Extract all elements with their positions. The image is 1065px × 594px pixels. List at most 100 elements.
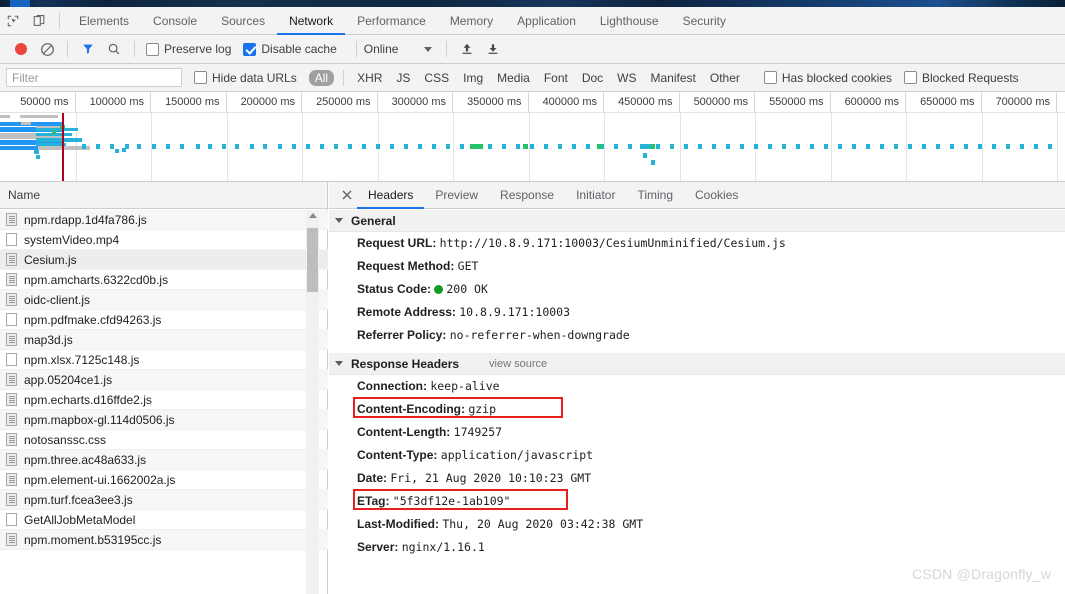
filter-type-css[interactable]: CSS (418, 70, 455, 86)
overview-request-bar (838, 144, 842, 149)
has-blocked-cookies-checkbox[interactable]: Has blocked cookies (763, 71, 892, 85)
overview-request-bar (978, 144, 982, 149)
overview-request-bar (740, 144, 744, 149)
overview-tick: 100000 ms (76, 92, 151, 113)
header-value: nginx/1.16.1 (401, 540, 485, 554)
request-list-item[interactable]: npm.moment.b53195cc.js (0, 530, 328, 550)
request-list-item[interactable]: systemVideo.mp4 (0, 230, 328, 250)
filter-type-xhr[interactable]: XHR (351, 70, 388, 86)
triangle-down-icon-2[interactable] (335, 361, 343, 366)
general-header-row: Status Code: 200 OK (329, 278, 1065, 301)
search-icon[interactable] (101, 36, 127, 62)
overview-request-bar (651, 160, 655, 165)
filter-type-font[interactable]: Font (538, 70, 574, 86)
download-har-icon[interactable] (480, 36, 506, 62)
request-list-item[interactable]: map3d.js (0, 330, 328, 350)
request-list-item[interactable]: npm.turf.fcea3ee3.js (0, 490, 328, 510)
disable-cache-box[interactable] (243, 42, 257, 56)
details-tab-response[interactable]: Response (489, 182, 565, 209)
request-list-item[interactable]: GetAllJobMetaModel (0, 510, 328, 530)
requests-column-header[interactable]: Name (0, 182, 327, 209)
has-blocked-cookies-box[interactable] (763, 71, 777, 84)
overview-request-bar (992, 144, 996, 149)
view-source-link[interactable]: view source (489, 358, 547, 370)
device-toolbar-icon[interactable] (26, 8, 52, 34)
filter-type-doc[interactable]: Doc (576, 70, 609, 86)
triangle-down-icon[interactable] (335, 218, 343, 223)
details-tab-headers[interactable]: Headers (357, 182, 424, 209)
record-button[interactable] (8, 36, 34, 62)
preserve-log-box[interactable] (146, 42, 159, 56)
tab-lighthouse[interactable]: Lighthouse (588, 7, 671, 35)
overview-request-bar (516, 144, 520, 149)
overview-request-bar (21, 122, 31, 125)
close-icon[interactable] (337, 190, 357, 200)
request-list-item[interactable]: npm.xlsx.7125c148.js (0, 350, 328, 370)
clear-button[interactable] (34, 36, 60, 62)
request-list-item[interactable]: oidc-client.js (0, 290, 328, 310)
details-tab-preview[interactable]: Preview (424, 182, 489, 209)
filter-type-media[interactable]: Media (491, 70, 536, 86)
header-value: no-referrer-when-downgrade (449, 328, 630, 342)
header-value: application/javascript (440, 448, 594, 462)
search-input[interactable] (6, 68, 182, 87)
scroll-up-arrow-icon[interactable] (309, 213, 317, 218)
request-list-item[interactable]: npm.three.ac48a633.js (0, 450, 328, 470)
filter-type-js[interactable]: JS (390, 70, 416, 86)
tab-memory[interactable]: Memory (438, 7, 505, 35)
disable-cache-checkbox[interactable]: Disable cache (243, 42, 337, 56)
request-list-item[interactable]: npm.rdapp.1d4fa786.js (0, 210, 328, 230)
upload-har-icon[interactable] (454, 36, 480, 62)
overview-request-bar (558, 144, 562, 149)
general-section-header[interactable]: General (329, 210, 1065, 232)
network-overview-timeline[interactable]: 50000 ms 100000 ms 150000 ms 200000 ms 25000… (0, 92, 1065, 182)
details-tab-initiator[interactable]: Initiator (565, 182, 626, 209)
tab-performance[interactable]: Performance (345, 7, 438, 35)
throttling-select[interactable]: Online (364, 42, 433, 56)
tab-console[interactable]: Console (141, 7, 209, 35)
tab-sources[interactable]: Sources (209, 7, 277, 35)
request-list-item[interactable]: Cesium.js (0, 250, 328, 270)
requests-scrollbar[interactable] (306, 210, 319, 594)
blocked-requests-box[interactable] (903, 71, 917, 84)
tab-elements[interactable]: Elements (67, 7, 141, 35)
request-name: npm.echarts.d16ffde2.js (24, 392, 152, 407)
tab-network[interactable]: Network (277, 7, 345, 35)
filter-type-all[interactable]: All (308, 69, 335, 86)
details-tab-cookies[interactable]: Cookies (684, 182, 749, 209)
hide-data-urls-box[interactable] (194, 71, 207, 84)
request-list-item[interactable]: npm.mapbox-gl.114d0506.js (0, 410, 328, 430)
request-list-item[interactable]: npm.echarts.d16ffde2.js (0, 390, 328, 410)
response-headers-section-header[interactable]: Response Headers view source (329, 353, 1065, 375)
request-list-item[interactable]: app.05204ce1.js (0, 370, 328, 390)
overview-request-bar (1006, 144, 1010, 149)
overview-gridline (453, 113, 454, 181)
filter-type-other[interactable]: Other (704, 70, 746, 86)
request-list-item[interactable]: npm.amcharts.6322cd0b.js (0, 270, 328, 290)
filter-type-ws[interactable]: WS (611, 70, 642, 86)
tab-security[interactable]: Security (671, 7, 738, 35)
scrollbar-thumb[interactable] (307, 228, 318, 292)
header-key: Request Method: (357, 259, 458, 273)
preserve-log-checkbox[interactable]: Preserve log (146, 42, 231, 56)
tab-application[interactable]: Application (505, 7, 588, 35)
filter-type-img[interactable]: Img (457, 70, 489, 86)
hide-data-urls-label: Hide data URLs (212, 70, 297, 85)
inspect-element-icon[interactable] (0, 8, 26, 34)
filter-type-manifest[interactable]: Manifest (645, 70, 702, 86)
request-list-item[interactable]: npm.element-ui.1662002a.js (0, 470, 328, 490)
throttling-value: Online (363, 42, 399, 56)
details-tab-timing[interactable]: Timing (626, 182, 684, 209)
overview-request-bar (523, 144, 528, 149)
overview-request-bar (964, 144, 968, 149)
request-list-item[interactable]: npm.pdfmake.cfd94263.js (0, 310, 328, 330)
file-type-icon (6, 433, 17, 446)
header-key: Content-Length: (357, 425, 454, 439)
funnel-icon[interactable] (75, 36, 101, 62)
overview-request-bar (488, 144, 492, 149)
hide-data-urls-checkbox[interactable]: Hide data URLs (194, 71, 297, 85)
requests-list[interactable]: npm.rdapp.1d4fa786.js systemVideo.mp4 Cesi… (0, 210, 328, 594)
request-list-item[interactable]: notosanssc.css (0, 430, 328, 450)
chevron-down-icon[interactable] (424, 46, 433, 52)
blocked-requests-checkbox[interactable]: Blocked Requests (903, 71, 1019, 85)
